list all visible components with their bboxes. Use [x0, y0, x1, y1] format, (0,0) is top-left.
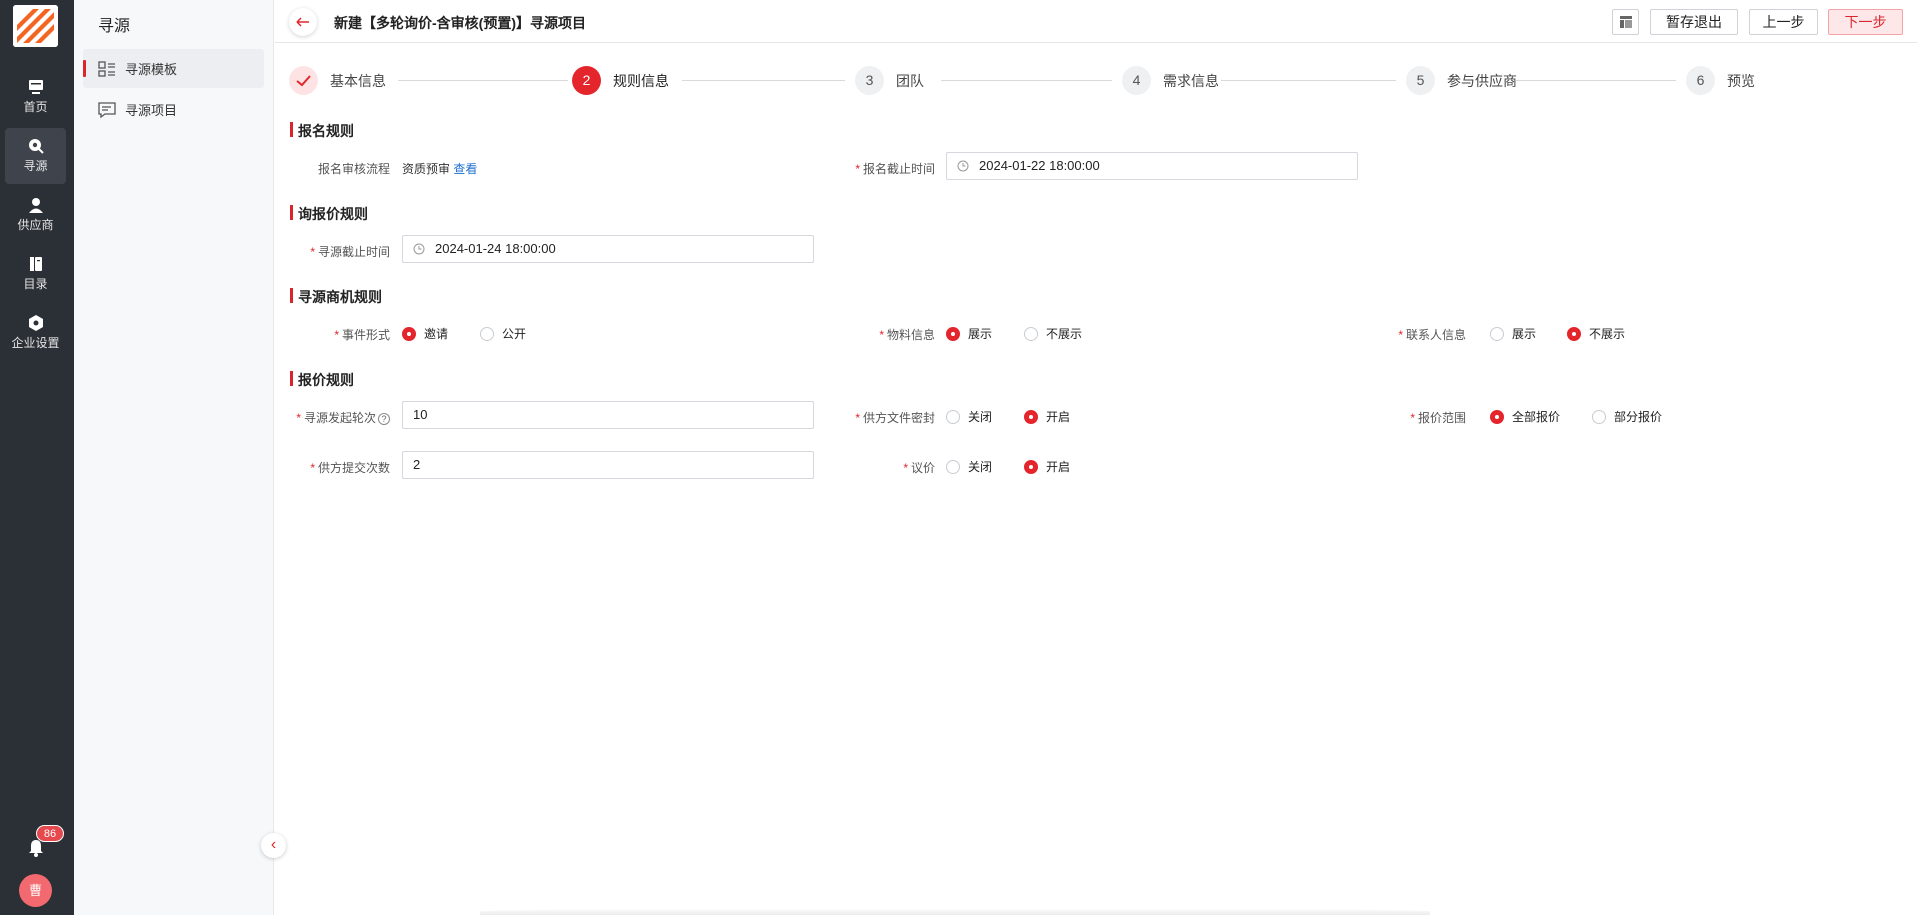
next-step-button[interactable]: 下一步	[1828, 9, 1903, 35]
quote-scope-partial-radio[interactable]: 部分报价	[1592, 408, 1662, 425]
nav-item-label: 寻源	[23, 159, 48, 173]
step-label: 团队	[896, 72, 924, 89]
quote-scope-label: * 报价范围	[1410, 411, 1466, 425]
signup-deadline-input[interactable]: 2024-01-22 18:00:00	[946, 152, 1358, 180]
material-info-label: * 物料信息	[879, 328, 935, 342]
monitor-icon	[28, 80, 43, 94]
step-number: 6	[1686, 66, 1715, 95]
material-show-radio[interactable]: 展示	[946, 325, 992, 342]
nav-item-catalog[interactable]: 目录	[5, 246, 66, 302]
file-seal-label: * 供方文件密封	[855, 411, 935, 425]
app-logo[interactable]	[13, 5, 58, 47]
submenu-title: 寻源	[98, 18, 131, 35]
event-form-public-radio[interactable]: 公开	[480, 325, 526, 342]
nav-item-sourcing[interactable]: 寻源	[5, 128, 66, 184]
contact-hide-radio[interactable]: 不展示	[1567, 325, 1625, 342]
event-form-label: * 事件形式	[334, 328, 390, 342]
rounds-input[interactable]: 10	[402, 401, 814, 429]
negotiate-label: * 议价	[903, 461, 935, 475]
submit-count-label: * 供方提交次数	[310, 461, 390, 475]
main-nav: 首页 寻源 供应商 目录 企业设置 86 曹	[0, 0, 74, 915]
view-review-flow-link[interactable]: 查看	[453, 162, 477, 176]
notification-badge: 86	[36, 825, 64, 842]
nav-item-supplier[interactable]: 供应商	[5, 187, 66, 243]
collapse-sidebar-button[interactable]: ‹	[261, 833, 286, 858]
arrow-left-icon	[296, 17, 309, 27]
review-flow-value: 资质预审 查看	[402, 162, 478, 176]
layout-icon	[1619, 16, 1632, 28]
signup-deadline-label: * 报名截止时间	[855, 162, 935, 176]
chevron-left-icon: ‹	[270, 836, 277, 853]
avatar[interactable]: 曹	[19, 874, 52, 907]
question-circle-icon[interactable]: ?	[378, 412, 390, 425]
bottom-shadow	[480, 908, 1430, 915]
submenu-item-label: 寻源项目	[125, 103, 178, 118]
step-demand-info[interactable]: 4 需求信息	[1122, 66, 1219, 95]
step-label: 预览	[1727, 72, 1755, 89]
clock-icon	[413, 243, 425, 255]
contact-info-label: * 联系人信息	[1398, 328, 1466, 342]
layout-toggle-button[interactable]	[1612, 9, 1639, 35]
step-rule-info[interactable]: 2 规则信息	[572, 66, 669, 95]
rounds-label: * 寻源发起轮次?	[280, 409, 390, 426]
contact-show-radio[interactable]: 展示	[1490, 325, 1536, 342]
hexagon-settings-icon	[28, 315, 43, 331]
step-connector	[941, 80, 1112, 81]
submenu-item-label: 寻源模板	[125, 62, 178, 77]
submit-count-input[interactable]: 2	[402, 451, 814, 479]
step-basic-info[interactable]: 基本信息	[289, 66, 386, 95]
step-number: 2	[572, 66, 601, 95]
quote-scope-all-radio[interactable]: 全部报价	[1490, 408, 1560, 425]
nav-item-home[interactable]: 首页	[5, 69, 66, 125]
check-icon	[289, 66, 318, 95]
chat-list-icon	[98, 101, 116, 118]
template-list-icon	[98, 60, 115, 77]
submenu-item-sourcing-template[interactable]: 寻源模板	[83, 49, 264, 88]
sourcing-deadline-input[interactable]: 2024-01-24 18:00:00	[402, 235, 814, 263]
section-title-inquiry: 询报价规则	[290, 204, 368, 224]
review-flow-label: 报名审核流程	[317, 162, 390, 176]
step-connector	[1516, 80, 1676, 81]
step-team[interactable]: 3 团队	[855, 66, 924, 95]
step-indicator: 基本信息 2 规则信息 3 团队 4 需求信息 5 参与供应商 6 预览	[289, 66, 1889, 96]
step-connector	[398, 80, 568, 81]
nav-item-label: 供应商	[17, 218, 54, 232]
material-hide-radio[interactable]: 不展示	[1024, 325, 1082, 342]
step-number: 4	[1122, 66, 1151, 95]
save-exit-button[interactable]: 暂存退出	[1650, 9, 1738, 35]
nav-item-enterprise-settings[interactable]: 企业设置	[5, 305, 66, 361]
event-form-invite-radio[interactable]: 邀请	[402, 325, 448, 342]
step-number: 3	[855, 66, 884, 95]
negotiate-off-radio[interactable]: 关闭	[946, 458, 992, 475]
step-preview[interactable]: 6 预览	[1686, 66, 1755, 95]
sourcing-deadline-label: * 寻源截止时间	[310, 245, 390, 259]
step-number: 5	[1406, 66, 1435, 95]
page-header: 新建【多轮询价-含审核(预置)】寻源项目 暂存退出 上一步 下一步	[275, 0, 1917, 43]
step-label: 需求信息	[1163, 72, 1219, 89]
section-title-quote: 报价规则	[290, 370, 354, 390]
negotiate-on-radio[interactable]: 开启	[1024, 458, 1070, 475]
file-seal-on-radio[interactable]: 开启	[1024, 408, 1070, 425]
catalog-icon	[29, 257, 42, 271]
back-button[interactable]	[289, 8, 317, 36]
sourcing-icon	[28, 139, 44, 154]
submenu-item-sourcing-project[interactable]: 寻源项目	[83, 90, 264, 129]
prev-step-button[interactable]: 上一步	[1749, 9, 1818, 35]
submenu: 寻源 寻源模板 寻源项目	[74, 0, 274, 915]
nav-item-label: 目录	[23, 277, 48, 291]
file-seal-off-radio[interactable]: 关闭	[946, 408, 992, 425]
step-connector	[1221, 80, 1396, 81]
step-label: 基本信息	[330, 72, 386, 89]
person-icon	[28, 198, 43, 213]
section-title-signup: 报名规则	[290, 121, 354, 141]
step-label: 参与供应商	[1447, 72, 1517, 89]
step-label: 规则信息	[613, 72, 669, 89]
clock-icon	[957, 160, 969, 172]
section-title-opportunity: 寻源商机规则	[290, 287, 382, 307]
nav-item-label: 首页	[23, 100, 48, 114]
nav-item-label: 企业设置	[11, 336, 60, 350]
page-title: 新建【多轮询价-含审核(预置)】寻源项目	[334, 15, 586, 31]
step-connector	[682, 80, 845, 81]
step-participating-suppliers[interactable]: 5 参与供应商	[1406, 66, 1517, 95]
